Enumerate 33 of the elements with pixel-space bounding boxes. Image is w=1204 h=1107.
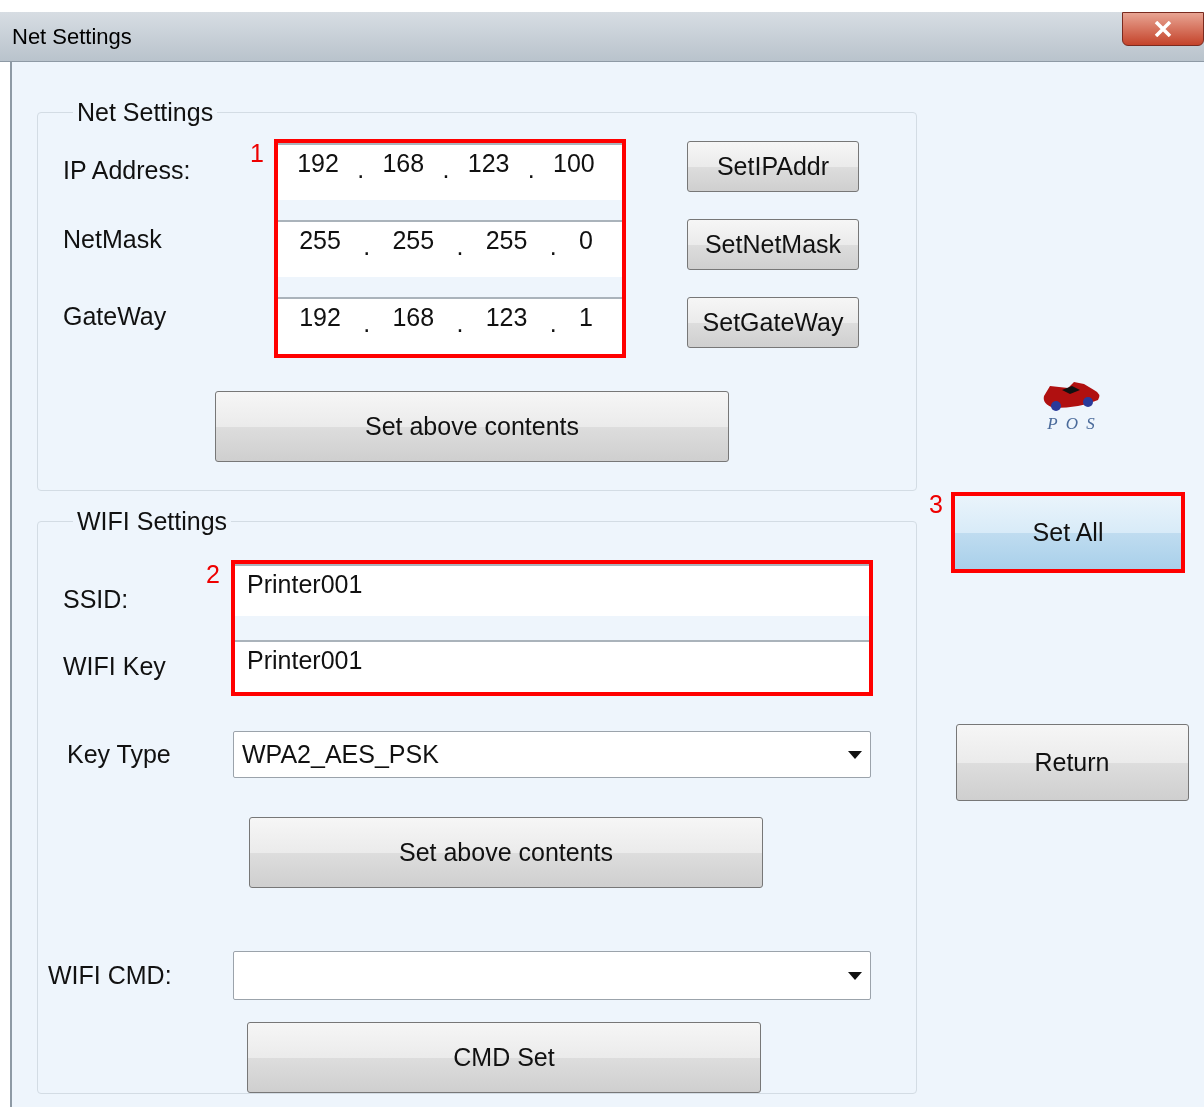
field-label: WIFI CMD: bbox=[48, 960, 173, 991]
text-field[interactable]: Printer001 bbox=[235, 640, 869, 692]
ip-address-field[interactable]: 255 . 255 . 255 . 0 bbox=[278, 220, 622, 277]
caret-icon bbox=[848, 750, 862, 759]
group-title: WIFI Settings bbox=[76, 507, 229, 536]
field-label: GateWay bbox=[63, 301, 168, 332]
ip-address-field[interactable]: 192 . 168 . 123 . 1 bbox=[278, 297, 622, 354]
annotation-number: 3 bbox=[929, 490, 944, 519]
field-label: IP Address: bbox=[63, 154, 192, 186]
set-button[interactable]: SetGateWay bbox=[687, 297, 859, 348]
set-all-button[interactable]: Set All bbox=[951, 492, 1185, 573]
group-title: Net Settings bbox=[76, 98, 215, 127]
logo-text: P O S bbox=[1047, 414, 1097, 434]
key-type-dropdown[interactable]: WPA2_AES_PSK bbox=[233, 731, 871, 778]
field-label: WIFI Key bbox=[63, 650, 167, 682]
command-set-button[interactable]: CMD Set bbox=[247, 1022, 761, 1093]
text-field[interactable]: Printer001 bbox=[235, 564, 869, 616]
field-label: SSID: bbox=[63, 583, 130, 615]
ip-address-field[interactable]: 192 . 168 . 123 . 100 bbox=[278, 143, 622, 200]
annotation-number: 2 bbox=[206, 560, 221, 589]
close-icon bbox=[1154, 20, 1172, 37]
apply-button[interactable]: Set above contents bbox=[215, 391, 729, 462]
field-label: NetMask bbox=[63, 224, 163, 255]
set-button[interactable]: SetIPAddr bbox=[687, 141, 859, 192]
field-label: Key Type bbox=[66, 739, 172, 770]
caret-icon bbox=[848, 971, 862, 980]
window-title: Net Settings bbox=[12, 23, 132, 50]
set-button[interactable]: SetNetMask bbox=[687, 219, 859, 270]
close-button[interactable] bbox=[1122, 11, 1204, 46]
annotation-number: 1 bbox=[250, 139, 265, 168]
command-dropdown[interactable] bbox=[233, 951, 871, 1000]
apply-button[interactable]: Set above contents bbox=[249, 817, 763, 888]
return-button[interactable]: Return bbox=[955, 724, 1189, 801]
